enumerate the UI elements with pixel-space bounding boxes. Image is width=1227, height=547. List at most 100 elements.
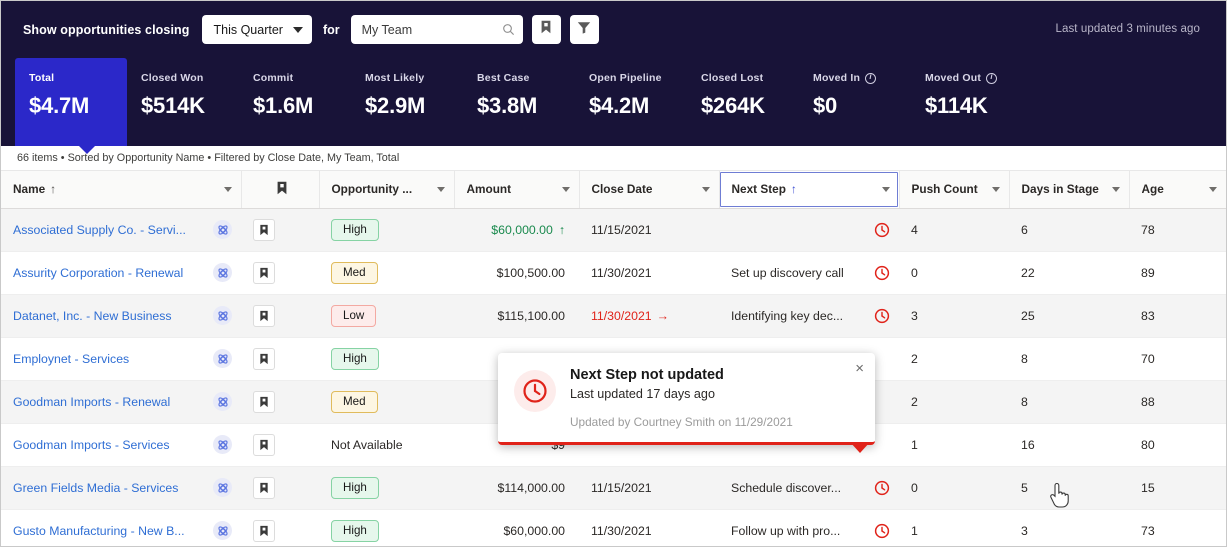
search-icon (502, 23, 515, 36)
column-header-opportunity[interactable]: Opportunity ... (319, 171, 455, 209)
bookmark-row-button[interactable] (253, 304, 275, 327)
einstein-score-icon[interactable] (213, 220, 232, 239)
opportunity-name-link[interactable]: Associated Supply Co. - Servi... (13, 223, 186, 237)
table-row[interactable]: Datanet, Inc. - New Business Low $115,100.… (1, 294, 1226, 338)
cell-age-value: 70 (1141, 351, 1155, 366)
column-header-text-group: Next Step ↑ (732, 182, 797, 196)
opportunity-name-link[interactable]: Goodman Imports - Services (13, 438, 170, 452)
bookmark-icon (540, 20, 552, 39)
bookmark-row-button[interactable] (253, 347, 275, 370)
clock-alert-icon[interactable] (874, 480, 890, 496)
chevron-down-icon[interactable] (436, 186, 445, 192)
metric-tile-moved-in[interactable]: Moved In $0 (799, 58, 911, 146)
einstein-score-icon[interactable] (213, 435, 232, 454)
opportunity-name-link[interactable]: Employnet - Services (13, 352, 129, 366)
filter-button[interactable] (569, 15, 599, 44)
metric-tile-total[interactable]: Total $4.7M (15, 58, 127, 154)
column-header-label: Name (13, 182, 46, 197)
column-header-close-date[interactable]: Close Date (579, 171, 720, 209)
clock-alert-icon[interactable] (874, 222, 890, 238)
team-search-box[interactable] (350, 15, 523, 44)
cell-opportunity-score: Med (319, 251, 454, 295)
opportunity-name-link[interactable]: Goodman Imports - Renewal (13, 395, 170, 409)
opportunity-name-link[interactable]: Assurity Corporation - Renewal (13, 266, 183, 280)
period-select[interactable]: This Quarter (201, 15, 312, 44)
bookmark-row-button[interactable] (253, 261, 275, 284)
bookmark-row-button[interactable] (253, 390, 275, 413)
bookmark-button[interactable] (531, 15, 561, 44)
metric-tile-commit[interactable]: Commit $1.6M (239, 58, 351, 146)
einstein-score-icon[interactable] (213, 349, 232, 368)
opportunity-name-link[interactable]: Datanet, Inc. - New Business (13, 309, 172, 323)
column-header-age[interactable]: Age (1129, 171, 1226, 209)
chevron-down-icon[interactable] (701, 186, 710, 192)
einstein-score-icon[interactable] (213, 478, 232, 497)
metric-tile-open-pipeline[interactable]: Open Pipeline $4.2M (575, 58, 687, 146)
bookmark-row-button[interactable] (253, 476, 275, 499)
metric-tile-most-likely[interactable]: Most Likely $2.9M (351, 58, 463, 146)
metric-tile-moved-out[interactable]: Moved Out $114K (911, 58, 1023, 146)
column-header-amount[interactable]: Amount (454, 171, 580, 209)
info-icon[interactable] (986, 72, 998, 84)
opportunity-name-link[interactable]: Green Fields Media - Services (13, 481, 178, 495)
bookmark-row-button[interactable] (253, 218, 275, 241)
cell-days-in-stage: 16 (1009, 423, 1129, 467)
clock-alert-icon[interactable] (874, 523, 890, 539)
table-row[interactable]: Assurity Corporation - Renewal Med $100,50… (1, 251, 1226, 295)
column-header-next-step[interactable]: Next Step ↑ (719, 171, 900, 209)
metric-label-text: Moved In (813, 72, 861, 84)
table-row[interactable]: Green Fields Media - Services High $114,00… (1, 466, 1226, 510)
column-header-bookmark-icon[interactable] (241, 171, 320, 209)
chevron-down-icon[interactable] (881, 186, 890, 192)
team-search-input[interactable] (361, 22, 494, 37)
cell-days-in-stage: 8 (1009, 380, 1129, 424)
bookmark-row-button[interactable] (253, 519, 275, 542)
next-step-group: Schedule discover... (731, 480, 890, 496)
cell-push-count-value: 2 (911, 351, 918, 366)
close-date-value: 11/30/2021 (591, 523, 652, 538)
einstein-score-icon[interactable] (213, 392, 232, 411)
date-pushed-icon: → (656, 308, 669, 323)
einstein-score-icon[interactable] (213, 306, 232, 325)
column-header-label: Opportunity ... (331, 182, 413, 197)
chevron-down-icon[interactable] (1208, 186, 1217, 192)
column-header-inner (254, 181, 310, 198)
chevron-down-icon[interactable] (991, 186, 1000, 192)
metric-label: Total (29, 72, 113, 84)
clock-alert-icon[interactable] (874, 308, 890, 324)
cell-close-date: 11/30/2021 → (579, 294, 719, 338)
chevron-down-icon[interactable] (1111, 186, 1120, 192)
active-tile-pointer (79, 146, 95, 154)
info-icon[interactable] (865, 72, 877, 84)
column-header-push-count[interactable]: Push Count (899, 171, 1010, 209)
column-header-name[interactable]: Name ↑ (1, 171, 242, 209)
einstein-score-icon[interactable] (213, 521, 232, 540)
column-header-days-in-stage[interactable]: Days in Stage (1009, 171, 1130, 209)
chevron-down-icon[interactable] (223, 186, 232, 192)
metric-label: Moved In (813, 72, 897, 84)
cell-close-date: 11/15/2021 (579, 466, 719, 510)
close-icon[interactable]: × (855, 361, 864, 376)
cell-age-value: 88 (1141, 394, 1155, 409)
clock-alert-icon[interactable] (874, 265, 890, 281)
cell-age: 88 (1129, 380, 1226, 424)
metric-tile-best-case[interactable]: Best Case $3.8M (463, 58, 575, 146)
cell-days-in-stage-value: 5 (1021, 480, 1028, 495)
cell-close-date: 11/30/2021 (579, 509, 719, 546)
table-row[interactable]: Associated Supply Co. - Servi... High $60,… (1, 208, 1226, 252)
next-step-not-updated-popover: × Next Step not updated Last updated 17 … (498, 353, 875, 453)
cell-push-count-value: 4 (911, 222, 918, 237)
einstein-score-icon[interactable] (213, 263, 232, 282)
metric-value: $114K (925, 93, 988, 118)
metric-tile-closed-won[interactable]: Closed Won $514K (127, 58, 239, 146)
chevron-down-icon[interactable] (561, 186, 570, 192)
cell-amount: $60,000.00 ↑ (454, 208, 579, 252)
next-step-group: Identifying key dec... (731, 308, 890, 324)
table-row[interactable]: Gusto Manufacturing - New B... High $60,00… (1, 509, 1226, 546)
metric-tile-closed-lost[interactable]: Closed Lost $264K (687, 58, 799, 146)
metric-value: $4.2M (589, 93, 650, 118)
opportunity-name-link[interactable]: Gusto Manufacturing - New B... (13, 524, 185, 538)
bookmark-row-button[interactable] (253, 433, 275, 456)
score-pill: High (331, 347, 379, 370)
cell-next-step: Set up discovery call (719, 251, 899, 295)
